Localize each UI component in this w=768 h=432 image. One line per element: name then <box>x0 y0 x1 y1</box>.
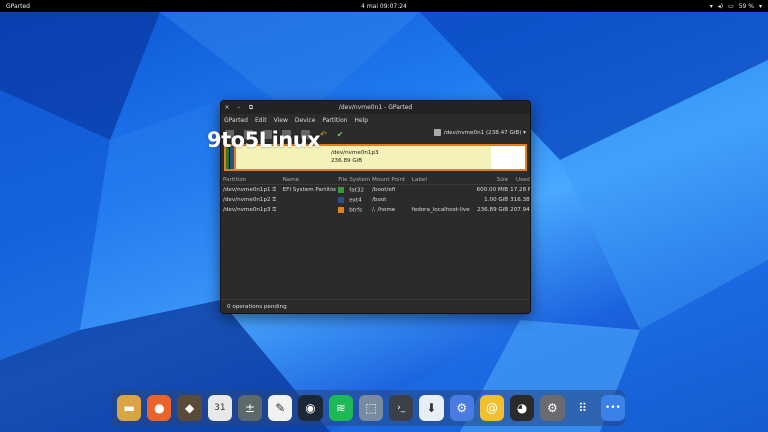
partition-path: /dev/nvme0n1p2 <box>223 197 271 203</box>
close-icon[interactable]: × <box>221 104 233 111</box>
partition-size: 1.00 GiB <box>484 197 509 203</box>
minimize-icon[interactable]: – <box>233 104 245 111</box>
partition-used: 207.94 G <box>510 207 530 213</box>
disk-icon <box>433 129 441 136</box>
gparted-icon[interactable]: ⚙ <box>540 395 565 421</box>
col-mount-point[interactable]: Mount Point <box>370 177 410 183</box>
key-icon: ⚿ <box>272 187 277 193</box>
partition-path: /dev/nvme0n1p3 <box>223 207 271 213</box>
partition-size: 600.00 MiB <box>476 187 509 193</box>
partition-used: 316.38 M <box>510 197 530 203</box>
col-partition[interactable]: Partition <box>221 177 281 183</box>
menu-partition[interactable]: Partition <box>322 117 347 124</box>
partition-path: /dev/nvme0n1p1 <box>223 187 271 193</box>
mail-icon[interactable]: @ <box>479 395 505 421</box>
segment-name: /dev/nvme0n1p3 <box>331 150 379 156</box>
partition-label: fedora_localhost-live <box>411 207 470 213</box>
steam-icon[interactable]: ◉ <box>298 395 323 421</box>
col-name[interactable]: Name <box>281 177 337 183</box>
segment-size: 236.89 GiB <box>331 158 363 164</box>
top-bar: GParted 4 mai 09:07:24 ▾ ◂) ▭ 59 % ▾ <box>0 0 768 12</box>
app-grid-icon[interactable]: ⠿ <box>571 395 595 421</box>
col-size[interactable]: Size <box>471 177 508 183</box>
key-icon: ⚿ <box>272 197 277 203</box>
menu-gparted[interactable]: GParted <box>224 117 248 124</box>
software-icon[interactable]: ⬇ <box>419 395 444 421</box>
key-icon: ⚿ <box>272 207 277 213</box>
menu-device[interactable]: Device <box>295 117 316 124</box>
title-bar[interactable]: × – ⧉ /dev/nvme0n1 - GParted <box>221 101 530 114</box>
gimp-icon[interactable]: ◆ <box>177 395 202 421</box>
table-row[interactable]: /dev/nvme0n1p1 ⚿ EFI System Partition fa… <box>221 185 530 195</box>
calendar-icon[interactable]: 31 <box>207 395 232 421</box>
text-editor-icon[interactable]: ✎ <box>268 395 293 421</box>
menu-edit[interactable]: Edit <box>255 117 267 124</box>
col-label[interactable]: Label <box>410 177 472 183</box>
filesystem: ext4 <box>349 197 362 204</box>
terminal-icon[interactable]: ›_ <box>389 395 414 421</box>
calculator-icon[interactable]: ± <box>237 395 263 421</box>
col-used[interactable]: Used <box>508 177 530 183</box>
undo-icon[interactable]: ↶ <box>320 130 327 139</box>
segment-free-space <box>491 146 525 169</box>
col-filesystem[interactable]: File System <box>336 177 370 183</box>
table-header: Partition Name File System Mount Point L… <box>221 175 530 185</box>
battery-percent: 59 % <box>738 2 754 10</box>
more-icon[interactable]: ••• <box>600 395 625 421</box>
activities-app-label[interactable]: GParted <box>6 3 710 10</box>
power-menu-icon: ▾ <box>758 2 762 10</box>
webcam-icon[interactable]: ◕ <box>510 395 535 421</box>
watermark: 9to5Linux <box>207 128 321 152</box>
apply-icon[interactable]: ✔ <box>337 130 344 139</box>
wifi-icon: ▾ <box>709 2 713 10</box>
fs-color-swatch <box>338 196 345 203</box>
spotify-icon[interactable]: ≋ <box>328 395 353 421</box>
partition-name: EFI System Partition <box>282 187 337 193</box>
menu-bar: GParted Edit View Device Partition Help <box>221 114 530 126</box>
battery-icon: ▭ <box>728 2 734 10</box>
status-bar: 0 operations pending <box>221 299 530 313</box>
firefox-icon[interactable]: ● <box>147 395 172 421</box>
partition-size: 236.89 GiB <box>477 207 509 213</box>
fs-color-swatch <box>338 186 345 193</box>
partition-table: Partition Name File System Mount Point L… <box>221 175 530 215</box>
device-selector[interactable]: /dev/nvme0n1 (238.47 GiB) ▾ <box>433 129 526 136</box>
device-selector-label: /dev/nvme0n1 (238.47 GiB) ▾ <box>443 129 526 136</box>
screenshot-icon[interactable]: ⬚ <box>358 395 384 421</box>
menu-view[interactable]: View <box>274 117 288 124</box>
settings-gear-icon[interactable]: ⚙ <box>449 395 474 421</box>
maximize-icon[interactable]: ⧉ <box>245 104 257 112</box>
system-tray[interactable]: ▾ ◂) ▭ 59 % ▾ <box>710 3 762 10</box>
mount-point: /boot/efi <box>372 187 396 193</box>
filesystem: btrfs <box>349 207 363 214</box>
operations-pending: 0 operations pending <box>227 303 287 310</box>
filesystem: fat32 <box>349 187 364 194</box>
table-row[interactable]: /dev/nvme0n1p2 ⚿ ext4 /boot 1.00 GiB 316… <box>221 195 530 205</box>
window-title: /dev/nvme0n1 - GParted <box>338 104 413 111</box>
menu-help[interactable]: Help <box>354 117 368 124</box>
folder-icon[interactable]: ▬ <box>117 395 142 421</box>
mount-point: /, /home <box>372 207 396 213</box>
partition-used: 17.28 M <box>510 187 530 193</box>
volume-icon: ◂) <box>717 2 724 10</box>
dock: ▬ ● ◆ 31 ± ✎ ◉ ≋ ⬚ ›_ ⬇ ⚙ @ ◕ ⚙ ⠿ ••• <box>111 390 625 426</box>
fs-color-swatch <box>338 206 345 213</box>
table-row[interactable]: /dev/nvme0n1p3 ⚿ btrfs /, /home fedora_l… <box>221 205 530 215</box>
mount-point: /boot <box>372 197 387 203</box>
